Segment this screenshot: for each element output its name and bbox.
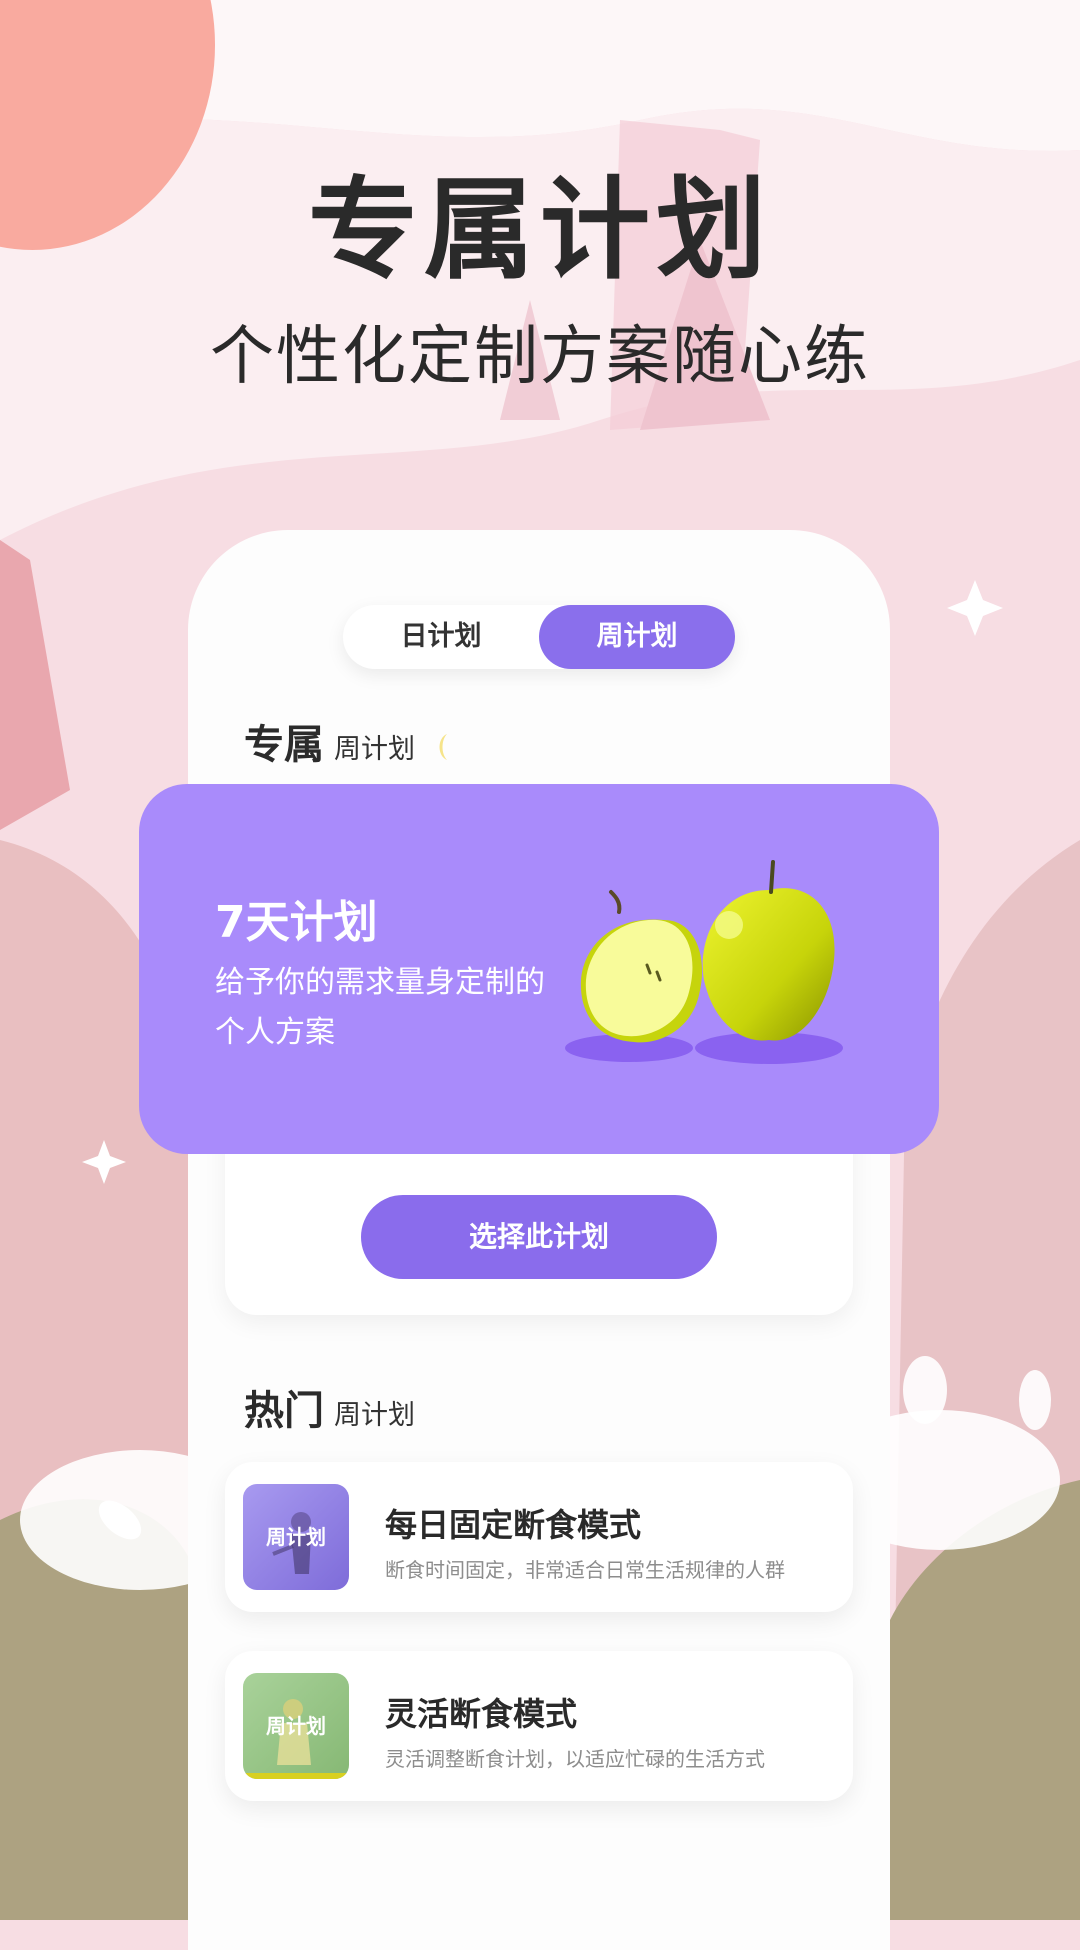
featured-plan-title: 7天计划 (215, 897, 378, 948)
plan-item-flexible-fasting[interactable]: 周计划 灵活断食模式 灵活调整断食计划，以适应忙碌的生活方式 (225, 1651, 853, 1801)
plan-thumbnail-label: 周计划 (266, 1525, 326, 1549)
plan-description: 断食时间固定，非常适合日常生活规律的人群 (385, 1558, 785, 1582)
hero-subtitle: 个性化定制方案随心练 (210, 320, 870, 394)
tab-day-plan[interactable]: 日计划 (343, 605, 539, 669)
plan-description: 灵活调整断食计划，以适应忙碌的生活方式 (385, 1747, 765, 1771)
plan-name: 每日固定断食模式 (385, 1506, 642, 1544)
plan-name: 灵活断食模式 (385, 1695, 578, 1733)
plan-period-toggle: 日计划 周计划 (343, 605, 735, 669)
apples-icon (565, 860, 843, 1064)
hero-title: 专属计划 (308, 166, 772, 294)
plan-item-fixed-fasting[interactable]: 周计划 每日固定断食模式 断食时间固定，非常适合日常生活规律的人群 (225, 1462, 853, 1612)
popular-heading: 热门 (244, 1388, 324, 1434)
exclusive-section-header: 专属 周计划 (244, 712, 453, 770)
featured-plan-description: 给予你的需求量身定制的个人方案 (215, 965, 545, 1050)
exclusive-heading: 专属 (244, 722, 324, 768)
plan-thumbnail: 周计划 (243, 1673, 349, 1779)
plan-thumbnail: 周计划 (243, 1484, 349, 1590)
select-plan-button[interactable]: 选择此计划 (361, 1195, 717, 1279)
tab-week-plan[interactable]: 周计划 (539, 605, 735, 669)
plan-thumbnail-label: 周计划 (266, 1714, 326, 1738)
popular-section-header: 热门 周计划 (244, 1378, 415, 1436)
exclusive-subheading: 周计划 (334, 734, 415, 765)
featured-plan-card[interactable]: 7天计划 给予你的需求量身定制的个人方案 (139, 784, 939, 1154)
popular-subheading: 周计划 (334, 1400, 415, 1431)
crescent-moon-icon (433, 732, 453, 762)
